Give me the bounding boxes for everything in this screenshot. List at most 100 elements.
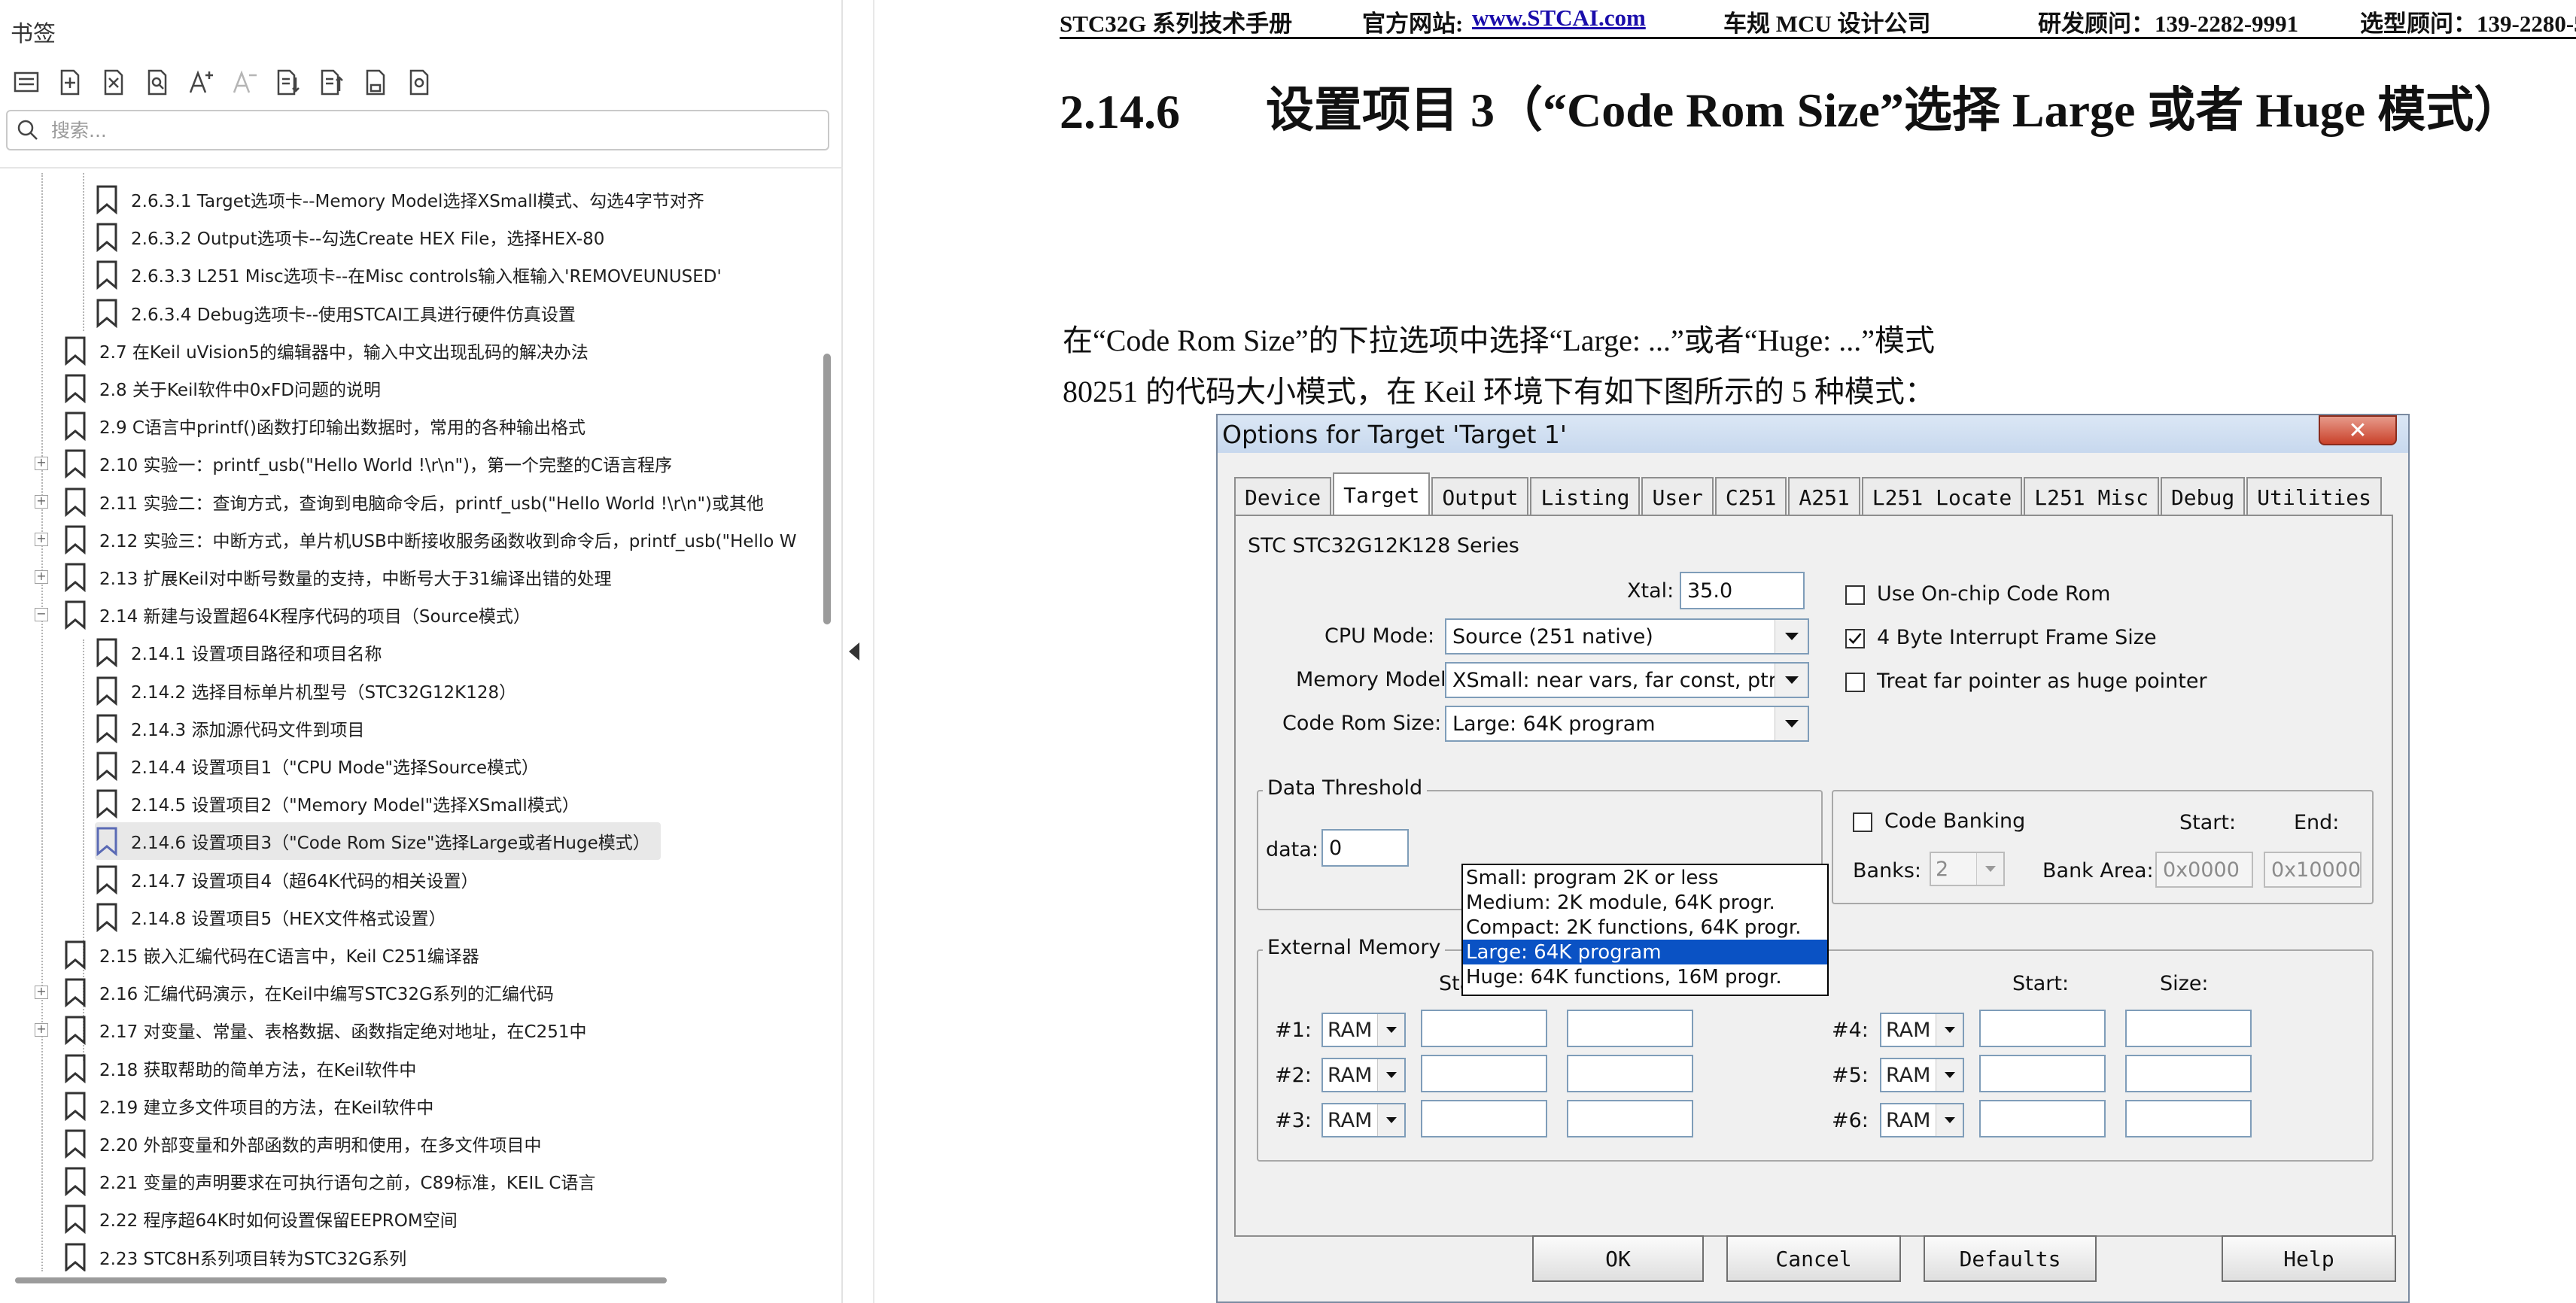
- bookmark-item[interactable]: 2.17 对变量、常量、表格数据、函数指定绝对地址，在C251中: [63, 1011, 586, 1049]
- bookmark-item[interactable]: 2.11 实验二：查询方式，查询到电脑命令后，printf_usb("Hello…: [63, 483, 764, 521]
- ext-mem-start-input[interactable]: [1979, 1010, 2106, 1047]
- ext-mem-size-input[interactable]: [1567, 1010, 1693, 1047]
- tab-device[interactable]: Device: [1234, 477, 1332, 516]
- tab-output[interactable]: Output: [1431, 477, 1529, 516]
- code-rom-size-select[interactable]: Large: 64K program: [1445, 706, 1809, 742]
- bank-end-input[interactable]: 0x10000: [2264, 852, 2362, 888]
- bookmark-item[interactable]: 2.14.6 设置项目3（"Code Rom Size"选择Large或者Hug…: [95, 822, 661, 861]
- bookmark-item[interactable]: 2.18 获取帮助的简单方法，在Keil软件中: [63, 1049, 416, 1087]
- bookmark-item[interactable]: 2.16 汇编代码演示，在Keil中编写STC32G系列的汇编代码: [63, 973, 554, 1011]
- website-link[interactable]: www.STCAI.com: [1472, 5, 1646, 31]
- bookmark-item[interactable]: 2.6.3.3 L251 Misc选项卡--在Misc controls输入框输…: [95, 256, 722, 293]
- tab-listing[interactable]: Listing: [1530, 477, 1641, 516]
- bookmark-item[interactable]: 2.13 扩展Keil对中断号数量的支持，中断号大于31编译出错的处理: [63, 558, 612, 596]
- ext-mem-type-select[interactable]: RAM: [1880, 1013, 1964, 1047]
- bookmark-item[interactable]: 2.23 STC8H系列项目转为STC32G系列: [63, 1238, 406, 1271]
- bookmark-item[interactable]: 2.14.4 设置项目1（"CPU Mode"选择Source模式）: [95, 747, 539, 785]
- ext-mem-type-select[interactable]: RAM: [1321, 1058, 1406, 1092]
- tab-l251-misc[interactable]: L251 Misc: [2024, 477, 2159, 516]
- bookmark-item[interactable]: 2.20 外部变量和外部函数的声明和使用，在多文件项目中: [63, 1125, 542, 1162]
- code-rom-option[interactable]: Large: 64K program: [1463, 940, 1827, 964]
- bookmark-item[interactable]: 2.8 关于Keil软件中0xFD问题的说明: [63, 369, 381, 407]
- font-increase-icon[interactable]: [182, 63, 220, 101]
- code-rom-option[interactable]: Small: program 2K or less: [1463, 865, 1827, 890]
- ext-mem-size-input[interactable]: [2125, 1100, 2252, 1137]
- bookmark-item[interactable]: 2.14.2 选择目标单片机型号（STC32G12K128）: [95, 672, 516, 709]
- tab-l251-locate[interactable]: L251 Locate: [1861, 477, 2023, 516]
- bookmark-item[interactable]: 2.12 实验三：中断方式，单片机USB中断接收服务函数收到命令后，printf…: [63, 521, 796, 558]
- cancel-button[interactable]: Cancel: [1726, 1235, 1901, 1282]
- bookmark-item[interactable]: 2.21 变量的声明要求在可执行语句之前，C89标准，KEIL C语言: [63, 1162, 595, 1200]
- memory-model-select[interactable]: XSmall: near vars, far const, ptr-4: [1445, 662, 1809, 698]
- bookmark-search-box[interactable]: [6, 110, 829, 150]
- ext-mem-start-input[interactable]: [1421, 1010, 1547, 1047]
- defaults-button[interactable]: Defaults: [1924, 1235, 2097, 1282]
- close-button[interactable]: ✕: [2319, 415, 2397, 445]
- help-button[interactable]: Help: [2222, 1235, 2396, 1282]
- document-outline-icon[interactable]: [357, 63, 394, 101]
- expand-node-icon[interactable]: +: [35, 532, 48, 546]
- far-as-huge-checkbox[interactable]: [1845, 673, 1865, 692]
- cpu-mode-select[interactable]: Source (251 native): [1445, 618, 1809, 655]
- ext-mem-start-input[interactable]: [1421, 1055, 1547, 1092]
- tab-utilities[interactable]: Utilities: [2246, 477, 2382, 516]
- ext-mem-size-input[interactable]: [1567, 1100, 1693, 1137]
- data-threshold-input[interactable]: 0: [1321, 829, 1409, 867]
- ok-button[interactable]: OK: [1532, 1235, 1704, 1282]
- expand-all-icon[interactable]: [269, 63, 307, 101]
- list-icon[interactable]: [8, 63, 45, 101]
- ext-mem-start-input[interactable]: [1979, 1055, 2106, 1092]
- use-onchip-rom-checkbox[interactable]: [1845, 585, 1865, 605]
- horizontal-scrollbar[interactable]: [15, 1277, 667, 1283]
- ext-mem-type-select[interactable]: RAM: [1321, 1103, 1406, 1137]
- bookmark-item[interactable]: 2.22 程序超64K时如何设置保留EEPROM空间: [63, 1200, 458, 1238]
- expand-node-icon[interactable]: +: [35, 494, 48, 509]
- bank-start-input[interactable]: 0x0000: [2155, 852, 2253, 888]
- banks-select[interactable]: 2: [1930, 852, 2005, 886]
- tab-debug[interactable]: Debug: [2160, 477, 2246, 516]
- tab-a251[interactable]: A251: [1788, 477, 1860, 516]
- ext-mem-type-select[interactable]: RAM: [1321, 1013, 1406, 1047]
- code-rom-option[interactable]: Compact: 2K functions, 64K progr.: [1463, 915, 1827, 940]
- vertical-scrollbar[interactable]: [823, 354, 831, 624]
- bookmark-item[interactable]: 2.6.3.2 Output选项卡--勾选Create HEX File，选择H…: [95, 218, 604, 256]
- bookmark-item[interactable]: 2.9 C语言中printf()函数打印输出数据时，常用的各种输出格式: [63, 407, 585, 445]
- bookmark-item[interactable]: 2.19 建立多文件项目的方法，在Keil软件中: [63, 1087, 433, 1125]
- bookmark-item[interactable]: 2.14.5 设置项目2（"Memory Model"选择XSmall模式）: [95, 785, 579, 822]
- code-banking-checkbox[interactable]: [1853, 812, 1872, 832]
- delete-bookmark-icon[interactable]: [95, 63, 132, 101]
- bookmark-settings-icon[interactable]: [400, 63, 438, 101]
- ext-mem-size-input[interactable]: [2125, 1010, 2252, 1047]
- bookmark-item[interactable]: 2.7 在Keil uVision5的编辑器中，输入中文出现乱码的解决办法: [63, 332, 588, 369]
- ext-mem-type-select[interactable]: RAM: [1880, 1103, 1964, 1137]
- ext-mem-start-input[interactable]: [1421, 1100, 1547, 1137]
- tab-target[interactable]: Target: [1333, 472, 1431, 516]
- search-input[interactable]: [51, 119, 766, 141]
- code-rom-option[interactable]: Medium: 2K module, 64K progr.: [1463, 890, 1827, 915]
- add-bookmark-icon[interactable]: [51, 63, 89, 101]
- font-decrease-icon[interactable]: [226, 63, 263, 101]
- bookmark-item[interactable]: 2.6.3.4 Debug选项卡--使用STCAI工具进行硬件仿真设置: [95, 294, 576, 332]
- tab-c251[interactable]: C251: [1714, 477, 1787, 516]
- bookmark-item[interactable]: 2.14.3 添加源代码文件到项目: [95, 709, 364, 747]
- expand-node-icon[interactable]: +: [35, 986, 48, 1000]
- bookmark-item[interactable]: 2.14.8 设置项目5（HEX文件格式设置）: [95, 898, 446, 936]
- ext-mem-type-select[interactable]: RAM: [1880, 1058, 1964, 1092]
- bookmark-item[interactable]: 2.14.1 设置项目路径和项目名称: [95, 633, 382, 671]
- bookmark-item[interactable]: 2.14 新建与设置超64K程序代码的项目（Source模式）: [63, 596, 531, 633]
- collapse-panel-icon[interactable]: [846, 636, 864, 667]
- expand-node-icon[interactable]: +: [35, 1023, 48, 1037]
- bookmark-item[interactable]: 2.10 实验一：printf_usb("Hello World !\r\n")…: [63, 445, 672, 482]
- ext-mem-size-input[interactable]: [2125, 1055, 2252, 1092]
- ext-mem-start-input[interactable]: [1979, 1100, 2106, 1137]
- expand-node-icon[interactable]: +: [35, 457, 48, 471]
- xtal-input[interactable]: 35.0: [1680, 572, 1805, 609]
- expand-node-icon[interactable]: +: [35, 570, 48, 584]
- bookmark-search-icon[interactable]: [138, 63, 176, 101]
- bookmark-item[interactable]: 2.6.3.1 Target选项卡--Memory Model选择XSmall模…: [95, 181, 704, 218]
- bookmark-item[interactable]: 2.15 嵌入汇编代码在C语言中，Keil C251编译器: [63, 936, 479, 973]
- bookmark-item[interactable]: 2.14.7 设置项目4（超64K代码的相关设置）: [95, 861, 478, 898]
- four-byte-frame-checkbox[interactable]: [1845, 629, 1865, 648]
- collapse-all-icon[interactable]: [313, 63, 351, 101]
- tab-user[interactable]: User: [1641, 477, 1714, 516]
